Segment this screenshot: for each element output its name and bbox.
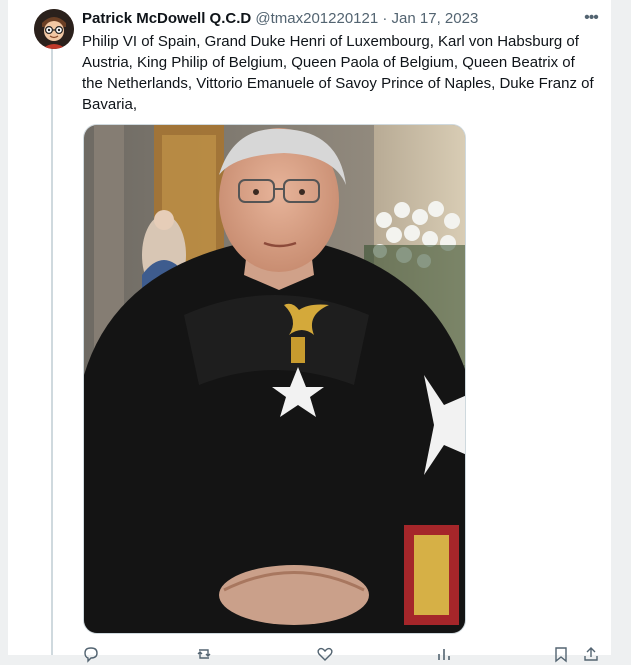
tweet-header: Patrick McDowell Q.C.D @tmax201220121 · … — [82, 9, 579, 29]
avatar-image — [34, 9, 74, 49]
heart-icon[interactable] — [316, 645, 334, 663]
tweet-date[interactable]: Jan 17, 2023 — [392, 10, 479, 27]
tweet-card[interactable]: Patrick McDowell Q.C.D @tmax201220121 · … — [8, 0, 611, 663]
more-options-icon[interactable]: ••• — [581, 9, 601, 29]
tweet-actions — [82, 645, 602, 665]
thread-connector-line — [51, 48, 53, 655]
views-icon[interactable] — [435, 645, 453, 663]
retweet-icon[interactable] — [195, 645, 213, 663]
tweet-photo[interactable] — [83, 124, 466, 634]
tweet-text: Philip VI of Spain, Grand Duke Henri of … — [82, 33, 594, 113]
meta-separator: · — [382, 10, 388, 27]
share-icon[interactable] — [582, 645, 600, 663]
display-name[interactable]: Patrick McDowell Q.C.D — [82, 10, 251, 27]
handle[interactable]: @tmax201220121 — [255, 10, 378, 27]
reply-icon[interactable] — [82, 645, 100, 663]
bookmark-icon[interactable] — [552, 645, 570, 663]
avatar[interactable] — [34, 9, 74, 49]
photo-portrait-image — [84, 125, 465, 633]
